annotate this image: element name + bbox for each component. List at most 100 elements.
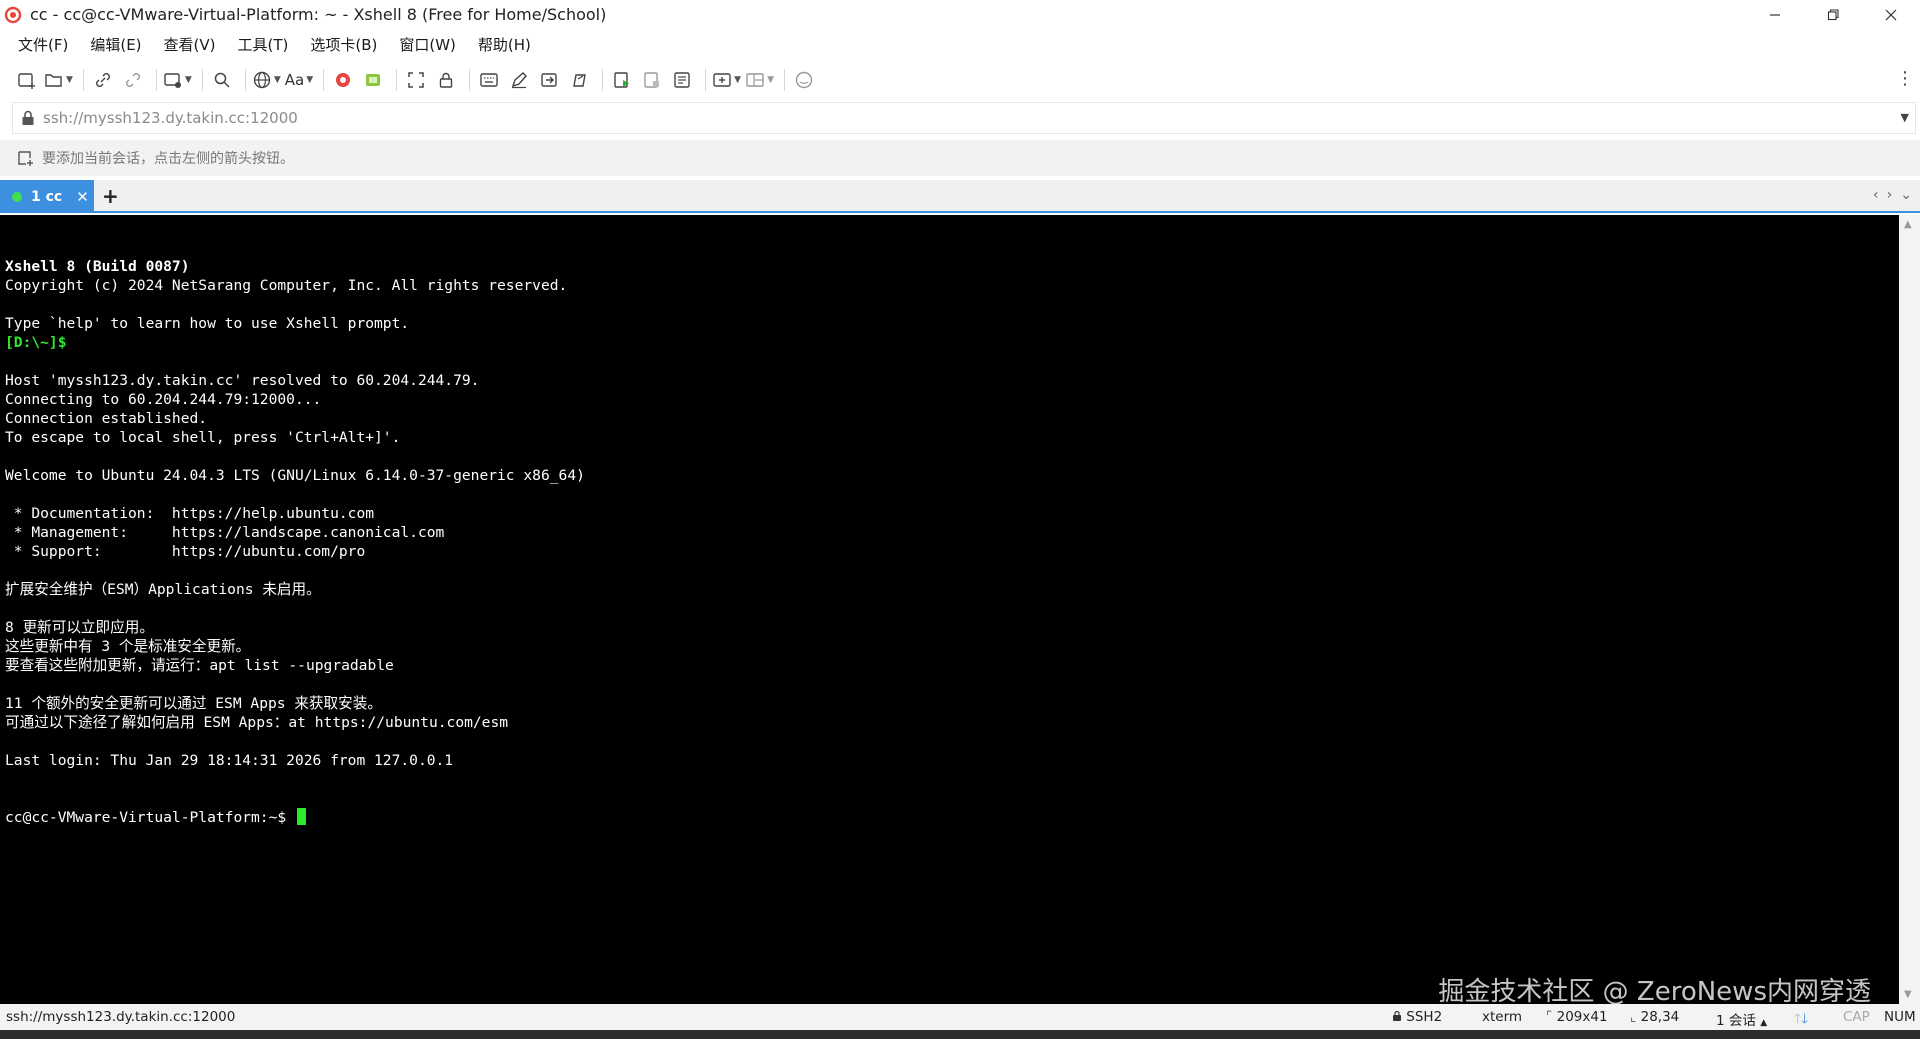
address-input[interactable]: ssh://myssh123.dy.takin.cc:12000: [43, 109, 298, 127]
script-icon: [573, 74, 586, 87]
new-tab-button[interactable]: ▼: [712, 65, 741, 95]
terminal-line: * Support: https://ubuntu.com/pro: [5, 543, 366, 560]
xshell-logo-icon: [336, 73, 351, 87]
script-button[interactable]: [566, 65, 592, 95]
encoding-button[interactable]: ▼: [252, 65, 281, 95]
add-tab-button[interactable]: +: [102, 184, 119, 208]
menu-view[interactable]: 查看(V): [160, 30, 220, 59]
upload-arrow-icon: 🡑: [1794, 1011, 1802, 1027]
tab-navigation: ‹ › ⌄: [1873, 187, 1912, 203]
terminal-line: Type `help' to learn how to use Xshell p…: [5, 315, 410, 332]
menu-tools[interactable]: 工具(T): [234, 30, 293, 59]
keyboard-button[interactable]: [476, 65, 502, 95]
taskbar-strip: [0, 1030, 1920, 1039]
minimize-button[interactable]: [1746, 0, 1804, 29]
terminal-line: 这些更新中有 3 个是标准安全更新。: [5, 638, 251, 655]
toolbar-divider: [783, 69, 785, 91]
protocol-label: SSH2: [1406, 1009, 1443, 1025]
toolbar-divider: [323, 69, 325, 91]
toolbar-divider: [244, 69, 246, 91]
cursor-position-label: 28,34: [1640, 1009, 1680, 1025]
terminal-output[interactable]: Xshell 8 (Build 0087) Copyright (c) 2024 …: [0, 215, 1899, 1004]
more-options-icon[interactable]: ⋮: [1896, 68, 1914, 89]
terminal-line: Xshell 8 (Build 0087): [5, 258, 190, 275]
chevron-down-icon[interactable]: ▼: [1901, 111, 1909, 124]
lock-icon: [13, 110, 43, 126]
chevron-down-icon[interactable]: ⌄: [1900, 187, 1912, 203]
toolbar-divider: [705, 69, 707, 91]
xftp-button[interactable]: [360, 65, 386, 95]
terminal-line: Host 'myssh123.dy.takin.cc' resolved to …: [5, 372, 480, 389]
chevron-up-icon: ▲: [1760, 1018, 1768, 1028]
text-cursor: [296, 808, 306, 825]
close-tab-icon[interactable]: ✕: [76, 188, 89, 206]
window-controls: [1746, 0, 1920, 29]
keyboard-icon: [480, 73, 498, 87]
chevron-down-icon: ▼: [184, 75, 192, 85]
open-session-button[interactable]: ▼: [44, 65, 73, 95]
status-bar: ssh://myssh123.dy.takin.cc:12000 SSH2 xt…: [0, 1004, 1920, 1030]
scroll-down-icon[interactable]: ▼: [1904, 989, 1912, 1000]
start-log-button[interactable]: [609, 65, 635, 95]
chevron-left-icon[interactable]: ‹: [1873, 187, 1879, 203]
chevron-down-icon: ▼: [767, 75, 774, 85]
lock-icon: [439, 72, 453, 88]
terminal-lines: Xshell 8 (Build 0087) Copyright (c) 2024 …: [5, 257, 1899, 770]
fullscreen-button[interactable]: [403, 65, 429, 95]
terminal-line: [D:\~]$: [5, 334, 67, 351]
address-bar[interactable]: ssh://myssh123.dy.takin.cc:12000 ▼: [12, 102, 1916, 134]
terminal-line: Copyright (c) 2024 NetSarang Computer, I…: [5, 277, 568, 294]
compose-bar-button[interactable]: [669, 65, 695, 95]
disconnect-button[interactable]: [120, 65, 146, 95]
terminal-line: 扩展安全维护（ESM）Applications 未启用。: [5, 581, 321, 598]
connect-button[interactable]: [90, 65, 116, 95]
chevron-right-icon[interactable]: ›: [1887, 187, 1893, 203]
add-tab-icon: [713, 73, 731, 87]
terminal-line: 8 更新可以立即应用。: [5, 619, 154, 636]
layout-button[interactable]: ▼: [745, 65, 774, 95]
terminal-line: 要查看这些附加更新，请运行：apt list --upgradable: [5, 657, 394, 674]
tab-session-1[interactable]: 1 cc ✕: [0, 180, 94, 213]
terminal-line: 可通过以下途径了解如何启用 ESM Apps：at https://ubuntu…: [5, 714, 509, 731]
reconnect-button[interactable]: ▼: [163, 65, 192, 95]
menu-help[interactable]: 帮助(H): [474, 30, 535, 59]
menu-tabs[interactable]: 选项卡(B): [306, 30, 381, 59]
stop-log-button[interactable]: [639, 65, 665, 95]
menu-file[interactable]: 文件(F): [14, 30, 72, 59]
terminal-scrollbar[interactable]: ▲ ▼: [1899, 215, 1920, 1004]
scroll-up-icon[interactable]: ▲: [1904, 219, 1912, 230]
add-session-icon[interactable]: [16, 148, 36, 168]
connected-status-icon: [12, 191, 22, 202]
xftp-icon: [366, 74, 381, 86]
status-size: ⌜ 209x41: [1546, 1009, 1608, 1025]
terminal-prompt-line: cc@cc-VMware-Virtual-Platform:~$: [5, 808, 1899, 827]
compose-button[interactable]: [506, 65, 532, 95]
status-caps-lock: CAP: [1843, 1009, 1870, 1025]
xshell-button[interactable]: [330, 65, 356, 95]
font-button[interactable]: Aa ▼: [285, 65, 313, 95]
terminal-line: * Documentation: https://help.ubuntu.com: [5, 505, 375, 522]
find-button[interactable]: [209, 65, 235, 95]
transfer-button[interactable]: [536, 65, 562, 95]
globe-icon: [253, 71, 271, 89]
status-sessions[interactable]: 1 会话 ▲: [1716, 1009, 1767, 1029]
download-arrow-icon: 🡓: [1801, 1011, 1809, 1027]
log-start-icon: [614, 72, 630, 88]
restore-button[interactable]: [1804, 0, 1862, 29]
chat-button[interactable]: [791, 65, 817, 95]
status-protocol: SSH2: [1392, 1009, 1442, 1025]
size-label: 209x41: [1556, 1009, 1608, 1025]
lock-button[interactable]: [433, 65, 459, 95]
new-session-button[interactable]: [14, 65, 40, 95]
xshell-app-icon[interactable]: [2, 4, 24, 26]
toolbar-divider: [469, 69, 471, 91]
menu-edit[interactable]: 编辑(E): [86, 30, 145, 59]
menu-window[interactable]: 窗口(W): [395, 30, 460, 59]
close-window-button[interactable]: [1862, 0, 1920, 29]
